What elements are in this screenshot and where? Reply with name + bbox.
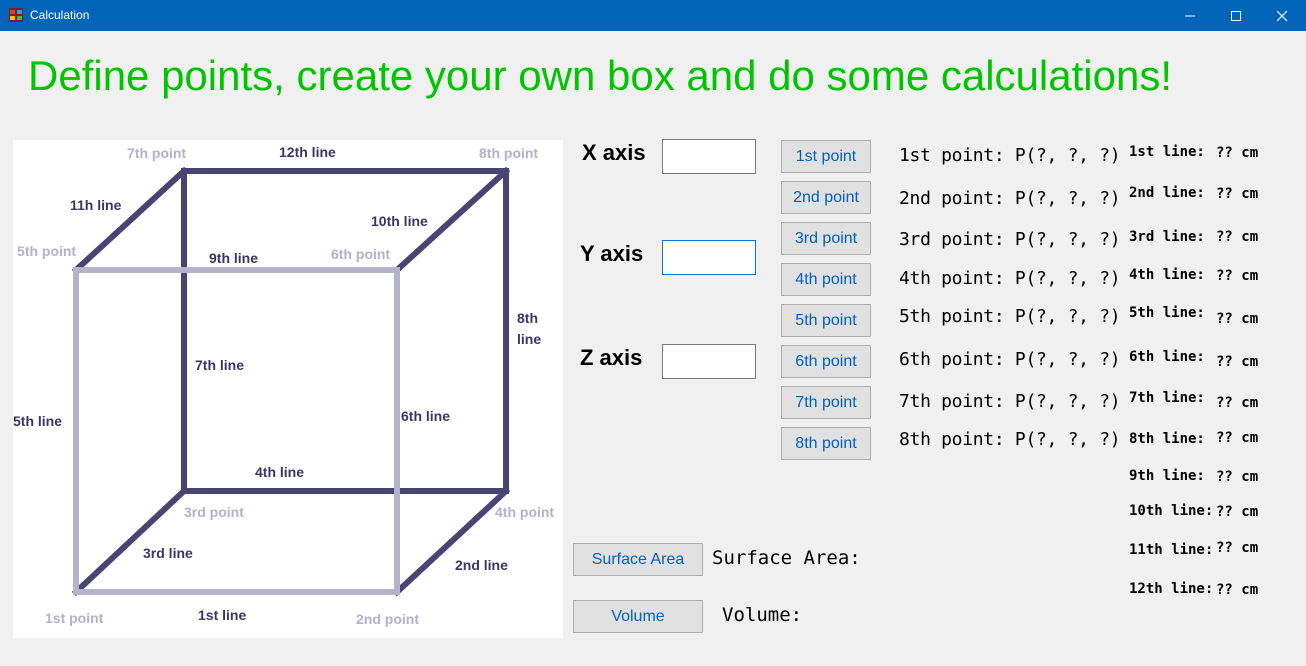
label-4th-point: 4th point bbox=[495, 504, 555, 520]
y-axis-label: Y axis bbox=[580, 241, 644, 266]
point-result-1: 1st point: P(?, ?, ?) bbox=[899, 145, 1121, 166]
maximize-icon bbox=[1231, 10, 1241, 21]
line-result-name-8: 8th line: bbox=[1129, 431, 1205, 447]
line-result-name-4: 4th line: bbox=[1129, 267, 1205, 283]
page-title: Define points, create your own box and d… bbox=[28, 52, 1172, 99]
label-10th-line: 10th line bbox=[371, 213, 428, 229]
label-5th-line: 5th line bbox=[13, 413, 63, 429]
point-result-3: 3rd point: P(?, ?, ?) bbox=[899, 229, 1121, 250]
point-result-7: 7th point: P(?, ?, ?) bbox=[899, 391, 1121, 412]
app-icon bbox=[9, 8, 23, 22]
point-button-5[interactable]: 5th point bbox=[781, 304, 871, 337]
line-result-name-1: 1st line: bbox=[1129, 144, 1205, 160]
volume-button[interactable]: Volume bbox=[573, 600, 703, 633]
x-axis-label: X axis bbox=[582, 140, 646, 165]
label-3rd-point: 3rd point bbox=[184, 504, 244, 520]
label-12th-line: 12th line bbox=[279, 144, 336, 160]
line-result-name-2: 2nd line: bbox=[1129, 185, 1205, 201]
title-bar: Calculation bbox=[0, 0, 1306, 31]
line-result-value-12: ?? cm bbox=[1216, 582, 1259, 598]
y-axis-input[interactable] bbox=[662, 240, 756, 275]
point-result-4: 4th point: P(?, ?, ?) bbox=[899, 268, 1121, 289]
point-button-6[interactable]: 6th point bbox=[781, 345, 871, 378]
line-result-value-4: ?? cm bbox=[1216, 268, 1259, 284]
volume-result: Volume: bbox=[722, 604, 803, 626]
label-2nd-point: 2nd point bbox=[356, 611, 419, 627]
line-result-name-6: 6th line: bbox=[1129, 349, 1205, 365]
x-axis-input[interactable] bbox=[662, 139, 756, 174]
label-7th-line: 7th line bbox=[195, 357, 245, 373]
line-result-value-10: ?? cm bbox=[1216, 504, 1259, 520]
line-result-value-11: ?? cm bbox=[1216, 540, 1259, 556]
label-9th-line: 9th line bbox=[209, 250, 259, 266]
point-result-2: 2nd point: P(?, ?, ?) bbox=[899, 188, 1121, 209]
close-icon bbox=[1276, 10, 1288, 21]
label-8th-point: 8th point bbox=[479, 145, 539, 161]
close-button[interactable] bbox=[1259, 0, 1305, 31]
point-button-3[interactable]: 3rd point bbox=[781, 222, 871, 255]
window-title: Calculation bbox=[30, 8, 90, 22]
label-2nd-line: 2nd line bbox=[455, 557, 508, 573]
maximize-button[interactable] bbox=[1213, 0, 1259, 31]
minimize-button[interactable] bbox=[1167, 0, 1213, 31]
point-button-7[interactable]: 7th point bbox=[781, 386, 871, 419]
cube-diagram: 12th line 11h line 10th line 9th line 8t… bbox=[13, 140, 563, 638]
line-result-value-8: ?? cm bbox=[1216, 430, 1259, 446]
line-result-name-7: 7th line: bbox=[1129, 390, 1205, 406]
point-result-8: 8th point: P(?, ?, ?) bbox=[899, 429, 1121, 450]
line-result-name-9: 9th line: bbox=[1129, 468, 1205, 484]
line-result-value-7: ?? cm bbox=[1216, 395, 1259, 411]
surface-area-result: Surface Area: bbox=[712, 547, 861, 569]
edge-3rd-line bbox=[71, 486, 189, 597]
point-result-6: 6th point: P(?, ?, ?) bbox=[899, 349, 1121, 370]
edge-11th-line bbox=[71, 166, 189, 275]
label-6th-line: 6th line bbox=[401, 408, 451, 424]
line-result-value-1: ?? cm bbox=[1216, 145, 1259, 161]
label-8th-line-a: 8th bbox=[517, 310, 538, 326]
label-1st-point: 1st point bbox=[45, 610, 104, 626]
line-result-name-11: 11th line: bbox=[1129, 542, 1214, 558]
line-result-name-5: 5th line: bbox=[1129, 305, 1205, 321]
label-5th-point: 5th point bbox=[17, 243, 77, 259]
point-button-1[interactable]: 1st point bbox=[781, 140, 871, 173]
label-11th-line: 11h line bbox=[70, 197, 122, 213]
line-result-name-12: 12th line: bbox=[1129, 581, 1214, 597]
point-button-2[interactable]: 2nd point bbox=[781, 181, 871, 214]
line-result-name-10: 10th line: bbox=[1129, 503, 1214, 519]
line-result-value-6: ?? cm bbox=[1216, 354, 1259, 370]
line-result-value-9: ?? cm bbox=[1216, 469, 1259, 485]
z-axis-label: Z axis bbox=[580, 345, 643, 370]
point-result-5: 5th point: P(?, ?, ?) bbox=[899, 306, 1121, 327]
label-1st-line: 1st line bbox=[198, 607, 247, 623]
line-result-name-3: 3rd line: bbox=[1129, 229, 1205, 245]
line-result-value-3: ?? cm bbox=[1216, 229, 1259, 245]
edge-2nd-line bbox=[392, 486, 511, 597]
surface-area-button[interactable]: Surface Area bbox=[573, 543, 703, 576]
label-7th-point: 7th point bbox=[127, 145, 187, 161]
label-4th-line: 4th line bbox=[255, 464, 305, 480]
point-button-4[interactable]: 4th point bbox=[781, 263, 871, 296]
minimize-icon bbox=[1185, 15, 1195, 16]
z-axis-input[interactable] bbox=[662, 344, 756, 379]
line-result-value-5: ?? cm bbox=[1216, 311, 1259, 327]
label-6th-point: 6th point bbox=[331, 246, 391, 262]
label-8th-line-b: line bbox=[517, 331, 542, 347]
label-3rd-line: 3rd line bbox=[143, 545, 193, 561]
line-result-value-2: ?? cm bbox=[1216, 186, 1259, 202]
point-button-8[interactable]: 8th point bbox=[781, 427, 871, 460]
